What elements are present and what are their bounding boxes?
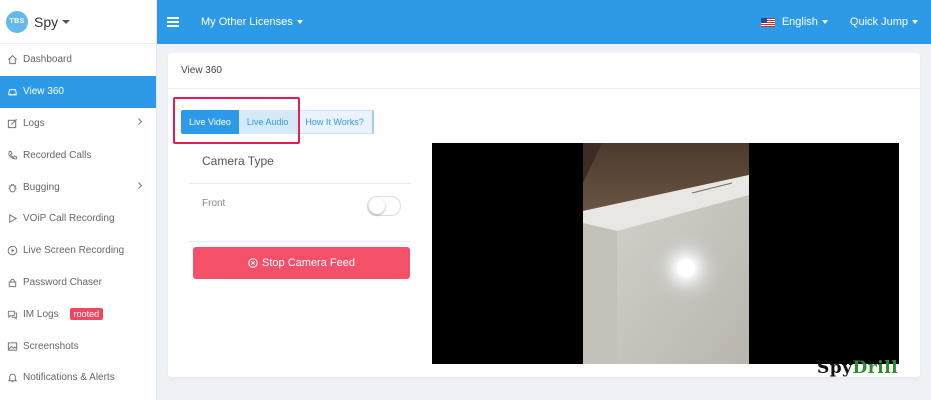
sidebar: TBS Spy Dashboard View 360 Logs Recorded…: [0, 0, 157, 400]
quick-jump-dropdown[interactable]: Quick Jump: [850, 16, 918, 28]
brand[interactable]: TBS Spy: [0, 0, 156, 44]
sidebar-item-label: Screenshots: [23, 340, 79, 352]
brand-name: Spy: [34, 13, 59, 30]
divider: [189, 241, 411, 242]
close-circle-icon: [248, 258, 258, 268]
stop-camera-feed-button[interactable]: Stop Camera Feed: [193, 247, 410, 279]
sidebar-item-dashboard[interactable]: Dashboard: [0, 44, 156, 76]
language-label: English: [781, 16, 818, 28]
sidebar-item-label: Live Screen Recording: [23, 245, 125, 257]
sidebar-item-notifications-alerts[interactable]: Notifications & Alerts: [0, 362, 156, 394]
bug-icon: [6, 181, 18, 193]
tab-live-audio[interactable]: Live Audio: [238, 110, 297, 134]
spydrill-watermark: SpyDrill: [817, 358, 899, 378]
sidebar-item-label: Notifications & Alerts: [23, 372, 115, 384]
sidebar-item-label: VOiP Call Recording: [23, 213, 115, 225]
phone-icon: [6, 149, 18, 161]
sidebar-item-label: Bugging: [23, 181, 60, 193]
caret-down-icon: [62, 19, 71, 24]
sidebar-item-live-screen-recording[interactable]: Live Screen Recording: [0, 235, 156, 267]
toggle-knob: [369, 198, 385, 214]
lock-icon: [6, 276, 18, 288]
language-selector[interactable]: English: [760, 16, 828, 28]
chat-icon: [6, 308, 18, 320]
car-icon: [6, 86, 18, 98]
sidebar-item-view-360[interactable]: View 360: [0, 75, 156, 108]
sidebar-item-screenshots[interactable]: Screenshots: [0, 330, 156, 362]
caret-down-icon: [296, 20, 303, 24]
home-icon: [6, 54, 18, 66]
tab-how-it-works[interactable]: How It Works?: [296, 110, 374, 134]
card-title: View 360: [168, 53, 920, 89]
sidebar-item-bugging[interactable]: Bugging: [0, 171, 156, 203]
sidebar-item-logs[interactable]: Logs: [0, 108, 156, 140]
quick-jump-label: Quick Jump: [849, 16, 908, 28]
caret-down-icon: [821, 20, 828, 24]
top-bar: My Other Licenses English Quick Jump: [157, 0, 931, 44]
camera-type-label: Camera Type: [202, 154, 274, 168]
rooted-badge: rooted: [69, 308, 104, 321]
tab-live-video[interactable]: Live Video: [181, 110, 239, 134]
play-icon: [6, 213, 18, 225]
hamburger-menu-icon[interactable]: [167, 15, 179, 29]
my-other-licenses-dropdown[interactable]: My Other Licenses: [201, 16, 303, 28]
sidebar-item-label: View 360: [23, 86, 64, 98]
edit-icon: [6, 117, 18, 129]
front-camera-toggle[interactable]: [367, 196, 401, 216]
view-tabs: Live Video Live Audio How It Works?: [181, 110, 374, 134]
divider: [189, 183, 411, 184]
stop-button-label: Stop Camera Feed: [262, 257, 355, 269]
sidebar-item-label: Recorded Calls: [23, 149, 92, 161]
sidebar-item-label: Logs: [23, 117, 45, 129]
caret-down-icon: [912, 20, 918, 24]
sidebar-item-label: Password Chaser: [23, 276, 102, 288]
sidebar-item-label: IM Logs: [23, 308, 59, 320]
sidebar-item-recorded-calls[interactable]: Recorded Calls: [0, 139, 156, 171]
brand-logo: TBS: [6, 10, 28, 33]
sidebar-item-label: Dashboard: [23, 54, 72, 66]
chevron-right-icon: [136, 118, 144, 129]
licenses-label: My Other Licenses: [201, 16, 293, 28]
sidebar-item-im-logs[interactable]: IM Logs rooted: [0, 298, 156, 330]
image-icon: [6, 340, 18, 352]
view-360-card: View 360 Live Video Live Audio How It Wo…: [168, 53, 920, 377]
us-flag-icon: [760, 17, 775, 27]
play-circle-icon: [6, 245, 18, 257]
live-video-feed: [432, 143, 899, 364]
video-frame: [432, 143, 899, 364]
front-camera-label: Front: [202, 198, 226, 209]
sidebar-item-voip-call-recording[interactable]: VOiP Call Recording: [0, 203, 156, 235]
chevron-right-icon: [136, 182, 144, 193]
bell-icon: [6, 372, 18, 384]
sidebar-item-password-chaser[interactable]: Password Chaser: [0, 267, 156, 299]
